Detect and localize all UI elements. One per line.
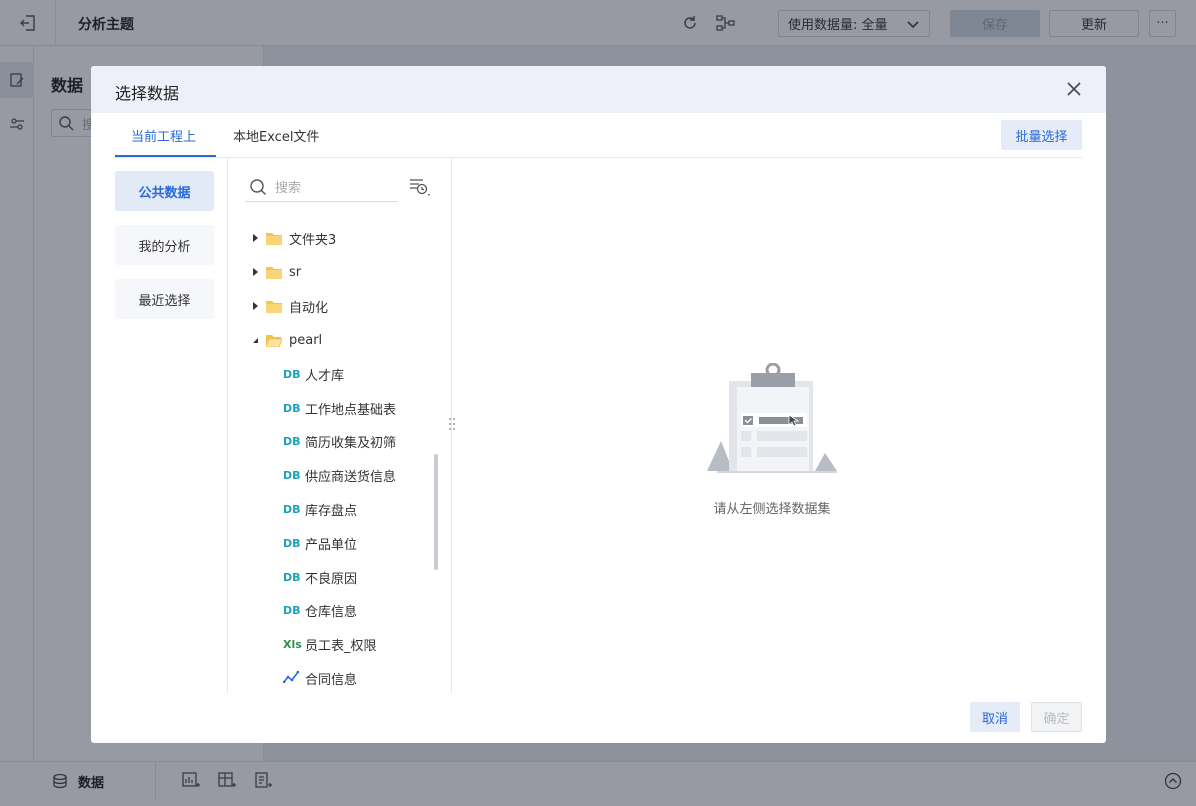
dataset-item[interactable]: 合同信息 <box>228 663 438 693</box>
category-recent[interactable]: 最近选择 <box>115 279 214 319</box>
tree-folder[interactable]: sr <box>228 257 438 287</box>
filter-clock-icon <box>410 179 430 196</box>
dataset-tree-panel: 搜索 文件夹3 sr 自动化 pearl DB 人才库 DB 工作地点基础表 D… <box>228 158 452 693</box>
db-icon: DB <box>283 502 301 516</box>
category-my-analysis[interactable]: 我的分析 <box>115 225 214 265</box>
folder-icon <box>266 265 282 279</box>
folder-icon <box>266 299 282 313</box>
dataset-item[interactable]: DB 不良原因 <box>228 562 438 592</box>
tree-item-label: 供应商送货信息 <box>305 469 397 485</box>
tree-folder[interactable]: 自动化 <box>228 291 438 321</box>
tree-folder-expanded[interactable]: pearl <box>228 325 438 355</box>
empty-state-text: 请从左侧选择数据集 <box>713 502 831 517</box>
analysis-trend-icon <box>282 670 301 686</box>
tree-item-label: 工作地点基础表 <box>305 402 397 418</box>
dataset-item[interactable]: DB 人才库 <box>228 359 438 389</box>
scrollbar-thumb[interactable] <box>434 454 438 570</box>
dialog-header: 选择数据 <box>91 66 1106 113</box>
dataset-search-placeholder: 搜索 <box>275 181 302 196</box>
dataset-item[interactable]: DB 产品单位 <box>228 528 438 558</box>
folder-icon <box>266 231 282 245</box>
cancel-button[interactable]: 取消 <box>970 702 1020 732</box>
tree-item-label: 简历收集及初筛 <box>305 435 397 451</box>
confirm-button[interactable]: 确定 <box>1031 702 1082 732</box>
select-data-dialog: 选择数据 当前工程上 本地Excel文件 批量选择 公共数据 我的分析 最近选择… <box>91 66 1106 743</box>
tree-item-label: 产品单位 <box>305 537 358 553</box>
dataset-item[interactable]: DB 简历收集及初筛 <box>228 426 438 456</box>
caret-right-icon[interactable] <box>250 302 260 310</box>
dataset-item[interactable]: DB 仓库信息 <box>228 595 438 625</box>
xls-icon: Xls <box>283 637 302 651</box>
dataset-item[interactable]: DB 工作地点基础表 <box>228 393 438 423</box>
close-button[interactable] <box>1064 79 1084 99</box>
dataset-item[interactable]: Xls 员工表_权限 <box>228 629 438 659</box>
tree-item-label: 人才库 <box>305 368 345 384</box>
tree-item-label: 不良原因 <box>305 571 358 587</box>
tab-current-project[interactable]: 当前工程上 <box>131 126 196 145</box>
tree-item-label: 自动化 <box>289 300 329 316</box>
tree-item-label: 文件夹3 <box>289 232 337 248</box>
db-icon: DB <box>283 468 301 482</box>
tree-item-label: sr <box>289 264 302 280</box>
folder-open-icon <box>266 333 282 347</box>
tree-item-label: 仓库信息 <box>305 604 358 620</box>
filter-sort-button[interactable] <box>408 176 432 200</box>
tree-item-label: pearl <box>289 332 323 348</box>
db-icon: DB <box>283 401 301 415</box>
active-tab-indicator <box>115 155 216 157</box>
caret-right-icon[interactable] <box>250 268 260 276</box>
dataset-item[interactable]: DB 供应商送货信息 <box>228 460 438 490</box>
source-tabs: 当前工程上 本地Excel文件 <box>115 113 1082 158</box>
tab-local-excel[interactable]: 本地Excel文件 <box>233 126 319 145</box>
caret-right-icon[interactable] <box>250 234 260 242</box>
tree-item-label: 员工表_权限 <box>305 638 377 654</box>
tree-item-label: 合同信息 <box>305 672 358 688</box>
db-icon: DB <box>283 603 301 617</box>
batch-select-button[interactable]: 批量选择 <box>1001 120 1082 150</box>
caret-down-icon[interactable] <box>250 336 260 344</box>
search-icon <box>250 178 266 195</box>
category-public-data[interactable]: 公共数据 <box>115 171 214 211</box>
dataset-item[interactable]: DB 库存盘点 <box>228 494 438 524</box>
tree-folder[interactable]: 文件夹3 <box>228 223 438 253</box>
tree-item-label: 库存盘点 <box>305 503 358 519</box>
preview-panel: 请从左侧选择数据集 <box>452 158 1106 693</box>
db-icon: DB <box>283 367 301 381</box>
db-icon: DB <box>283 434 301 448</box>
dialog-title: 选择数据 <box>115 84 180 103</box>
dataset-search-input[interactable]: 搜索 <box>245 172 398 202</box>
close-icon <box>1067 82 1081 96</box>
db-icon: DB <box>283 570 301 584</box>
category-list: 公共数据 我的分析 最近选择 <box>91 158 228 693</box>
empty-clipboard-illustration <box>707 362 842 478</box>
db-icon: DB <box>283 536 301 550</box>
